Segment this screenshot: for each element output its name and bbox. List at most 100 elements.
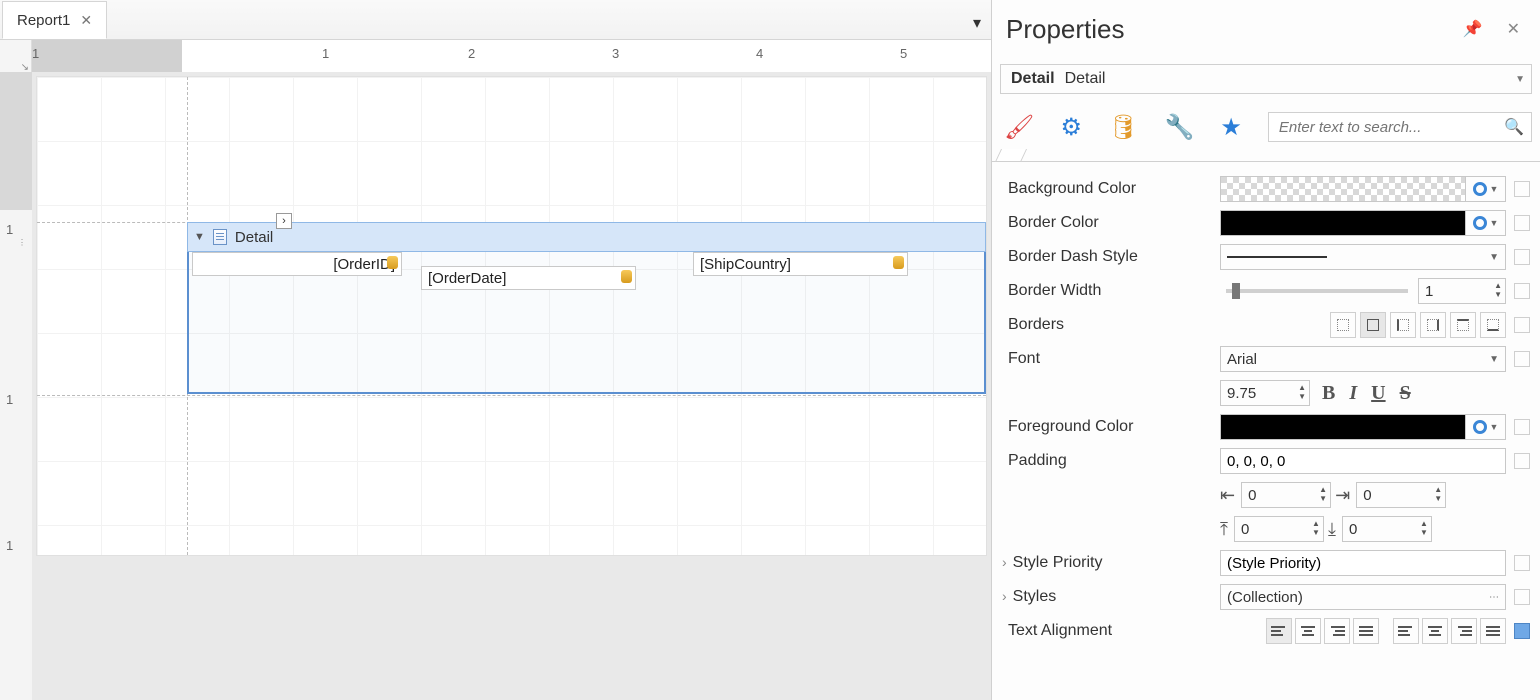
strikeout-button[interactable]: S	[1400, 382, 1411, 405]
italic-button[interactable]: I	[1349, 382, 1357, 405]
selector-type: Detail	[1011, 70, 1055, 88]
ruler-tick: 2	[468, 46, 475, 61]
vertical-ruler[interactable]: 1 ⋮ 1 1	[0, 72, 32, 700]
reset-button[interactable]	[1514, 317, 1530, 333]
border-right-button[interactable]	[1420, 312, 1446, 338]
horizontal-ruler[interactable]: 1 1 2 3 4 5	[32, 40, 991, 72]
align-top-center-button[interactable]	[1295, 618, 1321, 644]
reset-button[interactable]	[1514, 181, 1530, 197]
close-tab-icon[interactable]: ✕	[80, 12, 92, 29]
border-all-button[interactable]	[1360, 312, 1386, 338]
pad-top-value: 0	[1241, 521, 1249, 538]
report-page[interactable]: ▼ Detail › [OrderID] [OrderDate]	[36, 76, 987, 556]
collapse-icon[interactable]: ▼	[194, 231, 205, 243]
font-name-value: Arial	[1227, 351, 1257, 368]
border-width-slider[interactable]	[1226, 289, 1408, 293]
pad-right-spin[interactable]: 0▲▼	[1356, 482, 1446, 508]
ruler-tick: 4	[756, 46, 763, 61]
barrel-icon	[387, 256, 398, 269]
reset-button[interactable]	[1514, 419, 1530, 435]
detail-band-icon	[213, 229, 227, 245]
vruler-tick: 1	[6, 538, 13, 553]
vruler-tick: 1	[6, 392, 13, 407]
reset-button[interactable]	[1514, 589, 1530, 605]
smart-tag-icon[interactable]: ›	[276, 213, 292, 229]
tab-title: Report1	[17, 12, 70, 29]
reset-button[interactable]	[1514, 623, 1530, 639]
field-orderid[interactable]: [OrderID]	[192, 252, 402, 276]
reset-button[interactable]	[1514, 351, 1530, 367]
pad-right-value: 0	[1363, 487, 1371, 504]
label-padding: Padding	[1002, 452, 1212, 470]
label-borders: Borders	[1002, 316, 1212, 334]
chevron-down-icon: ▼	[1515, 74, 1525, 85]
close-icon[interactable]: ✕	[1501, 15, 1526, 43]
border-dash-select[interactable]: ▼	[1220, 244, 1506, 270]
tab-report1[interactable]: Report1 ✕	[2, 1, 107, 39]
style-priority-input[interactable]	[1220, 550, 1506, 576]
padding-input[interactable]	[1220, 448, 1506, 474]
field-shipcountry[interactable]: [ShipCountry]	[693, 252, 908, 276]
pin-icon[interactable]: 📌	[1457, 15, 1489, 43]
detail-band-header[interactable]: ▼ Detail ›	[187, 222, 986, 252]
color-ring-icon	[1473, 216, 1487, 230]
field-orderdate[interactable]: [OrderDate]	[421, 266, 636, 290]
align-mid-justify-button[interactable]	[1480, 618, 1506, 644]
chevron-down-icon: ▼	[1489, 252, 1499, 263]
appearance-category-icon[interactable]: 🖌	[1004, 113, 1034, 142]
element-selector[interactable]: Detail Detail ▼	[1000, 64, 1532, 94]
foreground-color-picker[interactable]: ▼	[1220, 414, 1506, 440]
border-width-spin[interactable]: 1 ▲▼	[1418, 278, 1506, 304]
label-style-priority[interactable]: Style Priority	[1002, 554, 1212, 572]
pad-left-spin[interactable]: 0▲▼	[1241, 482, 1331, 508]
border-bottom-button[interactable]	[1480, 312, 1506, 338]
font-size-spin[interactable]: 9.75 ▲▼	[1220, 380, 1310, 406]
align-mid-right-button[interactable]	[1451, 618, 1477, 644]
reset-button[interactable]	[1514, 215, 1530, 231]
pad-bottom-spin[interactable]: 0▲▼	[1342, 516, 1432, 542]
align-top-left-button[interactable]	[1266, 618, 1292, 644]
tabstrip-overflow-icon[interactable]: ▾	[973, 13, 991, 39]
label-border-width: Border Width	[1002, 282, 1212, 300]
border-color-picker[interactable]: ▼	[1220, 210, 1506, 236]
align-mid-center-button[interactable]	[1422, 618, 1448, 644]
pad-right-icon: ⇥	[1335, 485, 1350, 506]
reset-button[interactable]	[1514, 453, 1530, 469]
pad-bottom-value: 0	[1349, 521, 1357, 538]
data-category-icon[interactable]: 🛢	[1108, 113, 1138, 142]
field-text: [ShipCountry]	[700, 256, 791, 273]
ellipsis-icon: ⋯	[1489, 592, 1499, 603]
ruler-tick: 5	[900, 46, 907, 61]
styles-collection-button[interactable]: (Collection) ⋯	[1220, 584, 1506, 610]
reset-button[interactable]	[1514, 249, 1530, 265]
ruler-tick: 3	[612, 46, 619, 61]
pad-top-icon: ⤒	[1220, 519, 1228, 540]
border-left-button[interactable]	[1390, 312, 1416, 338]
behavior-category-icon[interactable]: ⚙	[1060, 113, 1082, 142]
label-font: Font	[1002, 350, 1212, 368]
border-top-button[interactable]	[1450, 312, 1476, 338]
background-color-picker[interactable]: ▼	[1220, 176, 1506, 202]
misc-category-icon[interactable]: 🔧	[1164, 113, 1194, 142]
pad-top-spin[interactable]: 0▲▼	[1234, 516, 1324, 542]
spin-value: 1	[1425, 283, 1433, 300]
bold-button[interactable]: B	[1322, 382, 1335, 405]
vruler-tick: 1	[6, 222, 13, 237]
selector-name: Detail	[1065, 70, 1106, 88]
font-family-select[interactable]: Arial ▼	[1220, 346, 1506, 372]
reset-button[interactable]	[1514, 555, 1530, 571]
property-search-input[interactable]	[1268, 112, 1532, 142]
font-size-value: 9.75	[1227, 385, 1256, 402]
favorites-category-icon[interactable]: ★	[1220, 113, 1242, 142]
label-border-color: Border Color	[1002, 214, 1212, 232]
barrel-icon	[893, 256, 904, 269]
align-top-justify-button[interactable]	[1353, 618, 1379, 644]
detail-band-body[interactable]: [OrderID] [OrderDate] [ShipCountry]	[187, 252, 986, 394]
align-top-right-button[interactable]	[1324, 618, 1350, 644]
underline-button[interactable]: U	[1371, 382, 1385, 405]
border-none-button[interactable]	[1330, 312, 1356, 338]
reset-button[interactable]	[1514, 283, 1530, 299]
color-ring-icon	[1473, 420, 1487, 434]
align-mid-left-button[interactable]	[1393, 618, 1419, 644]
label-styles[interactable]: Styles	[1002, 588, 1212, 606]
